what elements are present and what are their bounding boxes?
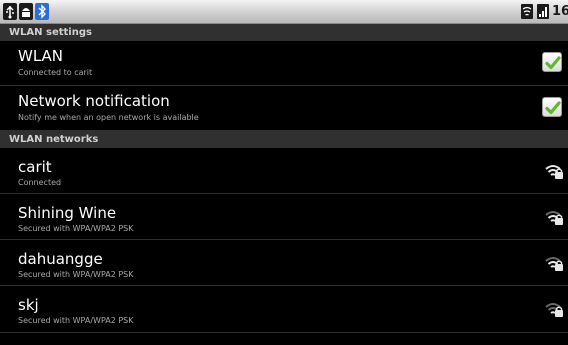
network-row-carit[interactable]: carit Connected	[0, 148, 568, 194]
bluetooth-icon	[35, 3, 49, 20]
network-ssid: Shining Wine	[18, 204, 117, 222]
checkmark-icon	[545, 56, 561, 70]
network-ssid: dahuangge	[18, 250, 103, 268]
network-row-dahuangge[interactable]: dahuangge Secured with WPA/WPA2 PSK	[0, 240, 568, 286]
section-header-wlan-settings: WLAN settings	[0, 24, 568, 41]
signal-icon	[536, 3, 550, 20]
wifi-lock-icon	[545, 165, 563, 179]
status-bar: 16:30	[0, 0, 568, 24]
status-time: 16:30	[552, 4, 568, 19]
network-ssid: skj	[18, 296, 39, 314]
network-notification-row[interactable]: Network notification Notify me when an o…	[0, 86, 568, 131]
network-row-shining-wine[interactable]: Shining Wine Secured with WPA/WPA2 PSK	[0, 194, 568, 240]
wifi-lock-icon	[545, 257, 563, 271]
wlan-toggle-row[interactable]: WLAN Connected to carit	[0, 41, 568, 86]
network-notification-subtitle: Notify me when an open network is availa…	[18, 113, 199, 122]
network-ssid: carit	[18, 158, 52, 176]
checkmark-icon	[545, 101, 561, 115]
wlan-checkbox[interactable]	[542, 52, 562, 72]
network-status: Secured with WPA/WPA2 PSK	[18, 224, 134, 233]
network-status: Connected	[18, 178, 62, 187]
wifi-lock-icon	[545, 303, 563, 317]
network-notification-checkbox[interactable]	[542, 97, 562, 117]
wlan-title: WLAN	[18, 47, 64, 65]
network-status: Secured with WPA/WPA2 PSK	[18, 316, 134, 325]
wifi-status-icon	[520, 3, 534, 20]
android-debug-icon	[19, 3, 33, 20]
wifi-lock-icon	[545, 211, 563, 225]
network-status: Secured with WPA/WPA2 PSK	[18, 270, 134, 279]
section-header-wlan-networks: WLAN networks	[0, 131, 568, 148]
wlan-subtitle: Connected to carit	[18, 68, 93, 77]
network-notification-title: Network notification	[18, 92, 170, 110]
network-row-skj[interactable]: skj Secured with WPA/WPA2 PSK	[0, 286, 568, 333]
usb-icon	[3, 3, 17, 20]
